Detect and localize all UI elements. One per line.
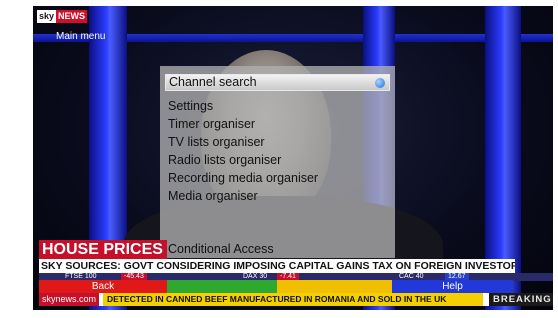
menu-item-conditional-access[interactable]: Conditional Access xyxy=(168,242,274,256)
website-label: skynews.com xyxy=(39,293,100,306)
menu-item-tv-lists-organiser[interactable]: TV lists organiser xyxy=(168,135,265,149)
headline-strip: SKY SOURCES: GOVT CONSIDERING IMPOSING C… xyxy=(39,259,515,273)
news-crawl-text: DETECTED IN CANNED BEEF MANUFACTURED IN … xyxy=(103,293,483,306)
channel-logo: sky NEWS xyxy=(37,10,88,23)
menu-title: Main menu xyxy=(56,31,106,42)
help-button[interactable]: Help xyxy=(392,280,513,293)
selected-indicator-icon xyxy=(375,78,385,88)
menu-item-timer-organiser[interactable]: Timer organiser xyxy=(168,117,255,131)
green-button[interactable] xyxy=(167,280,277,293)
story-banner: HOUSE PRICES xyxy=(39,240,167,260)
logo-sky: sky xyxy=(37,10,57,23)
tv-screen: sky NEWS Main menu Channel search Settin… xyxy=(33,6,553,310)
breaking-label: BREAKING N xyxy=(489,293,553,306)
logo-news: NEWS xyxy=(56,10,88,23)
menu-item-settings[interactable]: Settings xyxy=(168,99,213,113)
menu-item-channel-search[interactable]: Channel search xyxy=(165,74,390,91)
back-button[interactable]: Back xyxy=(39,280,167,293)
menu-item-radio-lists-organiser[interactable]: Radio lists organiser xyxy=(168,153,281,167)
menu-item-label: Channel search xyxy=(169,75,257,89)
yellow-button[interactable] xyxy=(277,280,392,293)
menu-item-media-organiser[interactable]: Media organiser xyxy=(168,189,258,203)
news-crawl-bar: skynews.com DETECTED IN CANNED BEEF MANU… xyxy=(39,293,553,306)
menu-item-recording-media-organiser[interactable]: Recording media organiser xyxy=(168,171,318,185)
remote-button-bar: Back Help xyxy=(39,280,553,293)
main-menu-panel: Channel search Settings Timer organiser … xyxy=(160,66,395,258)
